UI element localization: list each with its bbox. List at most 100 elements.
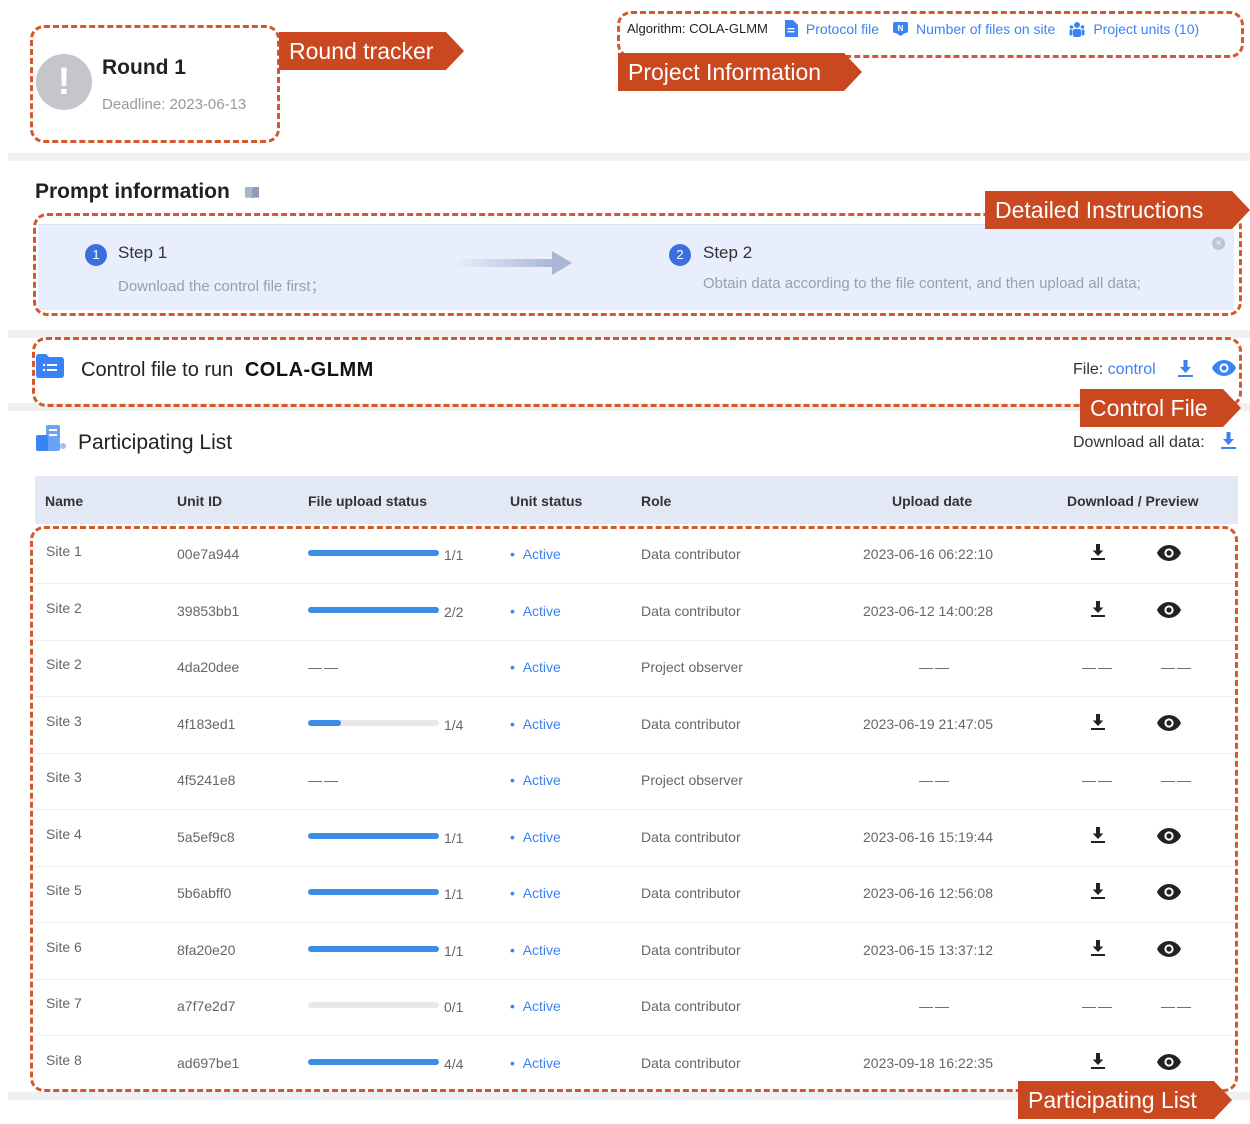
algorithm-label: Algorithm: COLA-GLMM: [627, 21, 768, 36]
eye-icon[interactable]: [1157, 1054, 1181, 1075]
table-row: Site 7 a7f7e2d7 0/1 • Active Data contributo…: [35, 979, 1238, 1036]
download-all-icon[interactable]: [1221, 432, 1236, 449]
unit-id: 4f183ed1: [177, 716, 236, 732]
participants-icon: [36, 425, 66, 451]
download-icon[interactable]: [1091, 883, 1105, 904]
upload-date: 2023-06-12 14:00:28: [863, 603, 993, 619]
upload-count: 0/1: [444, 999, 464, 1015]
upload-count: 4/4: [444, 1056, 464, 1072]
download-unavailable: ——: [1082, 659, 1114, 675]
step-2-title: Step 2: [703, 243, 753, 262]
site-name: Site 4: [46, 826, 82, 842]
protocol-file-label: Protocol file: [805, 20, 880, 37]
unit-role: Project observer: [641, 659, 743, 675]
table-row: Site 3 4f183ed1 1/4 • Active Data contributo…: [35, 697, 1238, 754]
eye-icon[interactable]: [1157, 715, 1181, 736]
unit-id: 8fa20e20: [177, 942, 236, 958]
unit-status: • Active: [510, 603, 561, 619]
book-icon[interactable]: [244, 186, 260, 200]
round-tracker-tag: Round tracker: [279, 32, 464, 70]
list-file-icon: [36, 354, 64, 378]
files-on-site-link[interactable]: N Number of files on site: [893, 21, 1055, 37]
table-row: Site 2 39853bb1 2/2 • Active Data contributo…: [35, 584, 1238, 641]
download-unavailable: ——: [1082, 998, 1114, 1014]
users-icon: [1069, 21, 1085, 37]
status-dot: •: [510, 603, 515, 619]
eye-icon[interactable]: [1157, 602, 1181, 623]
project-units-link[interactable]: Project units (10): [1069, 21, 1199, 37]
status-dot: •: [510, 829, 515, 845]
status-dot: •: [510, 942, 515, 958]
column-header-unit-id[interactable]: Unit ID: [177, 493, 222, 509]
table-row: Site 1 00e7a944 1/1 • Active Data contributo…: [35, 527, 1238, 584]
download-icon[interactable]: [1091, 940, 1105, 961]
unit-id: a7f7e2d7: [177, 998, 236, 1014]
upload-date: 2023-06-16 12:56:08: [863, 885, 993, 901]
participating-list-title: Participating List: [78, 431, 233, 454]
project-units-label: Project units (10): [1093, 20, 1200, 37]
unit-id: 4f5241e8: [177, 772, 236, 788]
upload-date: ——: [919, 772, 951, 788]
column-header-role[interactable]: Role: [641, 493, 671, 509]
eye-icon[interactable]: [1157, 941, 1181, 962]
download-icon[interactable]: [1178, 360, 1193, 377]
section-divider: [8, 403, 1250, 411]
download-icon[interactable]: [1091, 714, 1105, 735]
column-header-unit-status[interactable]: Unit status: [510, 493, 582, 509]
upload-progress-bar: [308, 833, 439, 839]
unit-status: • Active: [510, 829, 561, 845]
eye-icon[interactable]: [1157, 828, 1181, 849]
unit-id: 5b6abff0: [177, 885, 232, 901]
unit-status: • Active: [510, 659, 561, 675]
protocol-file-link[interactable]: Protocol file: [784, 20, 879, 37]
upload-date: 2023-06-19 21:47:05: [863, 716, 993, 732]
table-row: Site 6 8fa20e20 1/1 • Active Data contributo…: [35, 923, 1238, 980]
upload-progress-bar: [308, 720, 439, 726]
unit-status: • Active: [510, 716, 561, 732]
step-1-description: Download the control file first；: [118, 278, 326, 295]
close-icon[interactable]: ×: [1212, 237, 1225, 250]
column-header-download-preview[interactable]: Download / Preview: [1067, 493, 1198, 509]
preview-unavailable: ——: [1161, 659, 1193, 675]
eye-icon[interactable]: [1157, 545, 1181, 566]
unit-role: Data contributor: [641, 885, 741, 901]
upload-date: 2023-06-15 13:37:12: [863, 942, 993, 958]
eye-icon[interactable]: [1157, 884, 1181, 905]
status-badge: Active: [522, 546, 561, 562]
status-dot: •: [510, 659, 515, 675]
download-unavailable: ——: [1082, 772, 1114, 788]
unit-role: Data contributor: [641, 1055, 741, 1071]
eye-icon[interactable]: [1212, 360, 1236, 376]
download-icon[interactable]: [1091, 544, 1105, 565]
column-header-upload-date[interactable]: Upload date: [892, 493, 972, 509]
unit-status: • Active: [510, 885, 561, 901]
site-name: Site 5: [46, 882, 82, 898]
column-header-upload-status[interactable]: File upload status: [308, 493, 427, 509]
round-deadline: Deadline: 2023-06-13: [102, 96, 247, 113]
unit-status: • Active: [510, 546, 561, 562]
status-dot: •: [510, 998, 515, 1014]
prompt-title: Prompt information: [35, 180, 230, 203]
control-file-label: Control file to run: [81, 359, 234, 381]
table-row: Site 4 5a5ef9c8 1/1 • Active Data contributo…: [35, 810, 1238, 867]
control-file-tag: Control File: [1080, 389, 1241, 427]
status-badge: Active: [522, 942, 561, 958]
upload-date: ——: [919, 998, 951, 1014]
project-info-bar: Algorithm: COLA-GLMM Protocol file N Num…: [627, 20, 1199, 37]
step-arrow: [456, 251, 572, 275]
download-icon[interactable]: [1091, 827, 1105, 848]
unit-role: Data contributor: [641, 998, 741, 1014]
steps-panel: [38, 224, 1234, 310]
table-row: Site 5 5b6abff0 1/1 • Active Data contributo…: [35, 866, 1238, 923]
upload-progress-bar: [308, 1002, 439, 1008]
download-icon[interactable]: [1091, 1053, 1105, 1074]
status-badge: Active: [522, 716, 561, 732]
control-file-link[interactable]: control: [1108, 361, 1156, 378]
unit-status: • Active: [510, 772, 561, 788]
table-row: Site 3 4f5241e8 —— • Active Project observer…: [35, 753, 1238, 810]
step-1-title: Step 1: [118, 243, 168, 262]
table-header: Name Unit ID File upload status Unit sta…: [35, 476, 1238, 524]
column-header-name[interactable]: Name: [45, 493, 83, 509]
download-icon[interactable]: [1091, 601, 1105, 622]
site-name: Site 2: [46, 656, 82, 672]
